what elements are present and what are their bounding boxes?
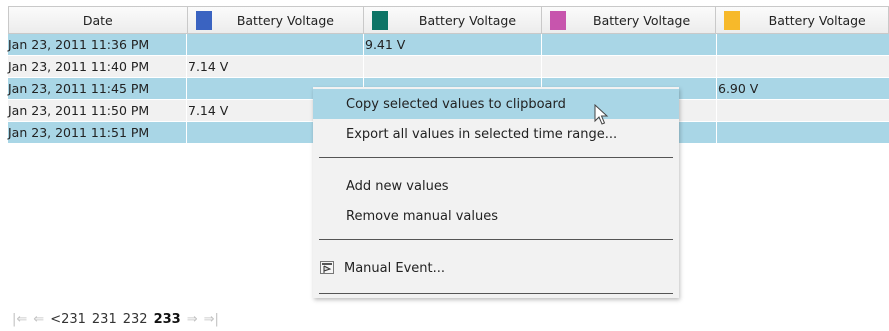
- page-link[interactable]: 232: [123, 312, 148, 327]
- menu-item-label: Remove manual values: [346, 208, 498, 224]
- next-page-icon[interactable]: ⇒: [187, 312, 198, 327]
- menu-separator: [319, 239, 673, 240]
- table-row[interactable]: Jan 23, 2011 11:36 PM 9.41 V: [8, 34, 889, 56]
- menu-item-copy-selected[interactable]: Copy selected values to clipboard: [313, 89, 679, 119]
- first-page-icon[interactable]: |⇐: [12, 312, 27, 327]
- menu-item-label: Export all values in selected time range…: [346, 126, 618, 142]
- value-cell: [717, 34, 889, 55]
- date-cell: Jan 23, 2011 11:50 PM: [8, 100, 187, 121]
- column-header-label: Battery Voltage: [593, 12, 691, 28]
- column-header-label: Battery Voltage: [768, 12, 866, 28]
- current-page: 233: [153, 312, 181, 327]
- event-flag-icon: [320, 261, 334, 274]
- menu-separator: [319, 157, 673, 158]
- series-color-swatch: [724, 11, 741, 30]
- value-cell: 7.14 V: [187, 56, 364, 77]
- value-cell: 6.90 V: [718, 81, 759, 96]
- column-header-label: Date: [82, 12, 113, 28]
- previous-page-icon[interactable]: ⇐: [33, 312, 44, 327]
- column-header-series-4[interactable]: Battery Voltage: [716, 7, 888, 33]
- menu-item-export-range[interactable]: Export all values in selected time range…: [313, 119, 679, 149]
- date-cell: Jan 23, 2011 11:40 PM: [8, 56, 187, 77]
- column-header-series-2[interactable]: Battery Voltage: [364, 7, 542, 33]
- series-color-swatch: [195, 11, 212, 30]
- value-cell: [542, 34, 717, 55]
- value-cell: [717, 100, 889, 121]
- date-cell: Jan 23, 2011 11:51 PM: [8, 122, 187, 143]
- column-header-series-3[interactable]: Battery Voltage: [542, 7, 717, 33]
- series-color-swatch: [549, 11, 566, 30]
- column-header-series-1[interactable]: Battery Voltage: [188, 7, 365, 33]
- menu-item-label: Manual Event...: [344, 260, 446, 276]
- date-cell: Jan 23, 2011 11:36 PM: [8, 34, 187, 55]
- value-cell: [364, 56, 542, 77]
- menu-item-add-values[interactable]: Add new values: [313, 171, 679, 201]
- series-color-swatch: [372, 11, 389, 30]
- column-header-label: Battery Voltage: [418, 12, 517, 28]
- column-header-date[interactable]: Date: [9, 7, 188, 33]
- mouse-pointer-icon: [594, 104, 609, 125]
- menu-item-remove-manual[interactable]: Remove manual values: [313, 201, 679, 231]
- date-cell: Jan 23, 2011 11:45 PM: [8, 78, 187, 99]
- menu-item-label: Add new values: [346, 178, 449, 194]
- table-row[interactable]: Jan 23, 2011 11:40 PM 7.14 V: [8, 56, 889, 78]
- value-cell: [187, 34, 364, 55]
- value-cell: [717, 122, 889, 143]
- column-header-label: Battery Voltage: [236, 12, 334, 28]
- page-link[interactable]: 231: [92, 312, 117, 327]
- value-cell: [542, 56, 717, 77]
- menu-item-manual-event[interactable]: Manual Event...: [313, 253, 679, 283]
- pagination: |⇐ ⇐ <231 231 232 233 ⇒ ⇒|: [12, 312, 219, 327]
- previous-pages-link[interactable]: <231: [50, 312, 86, 327]
- menu-item-label: Copy selected values to clipboard: [346, 96, 566, 112]
- menu-separator: [319, 293, 673, 294]
- context-menu: Copy selected values to clipboard Export…: [313, 87, 679, 298]
- value-cell: 9.41 V: [364, 34, 542, 55]
- last-page-icon[interactable]: ⇒|: [204, 312, 219, 327]
- value-cell: [717, 56, 889, 77]
- table-header: Date Battery Voltage Battery Voltage Bat…: [8, 6, 889, 34]
